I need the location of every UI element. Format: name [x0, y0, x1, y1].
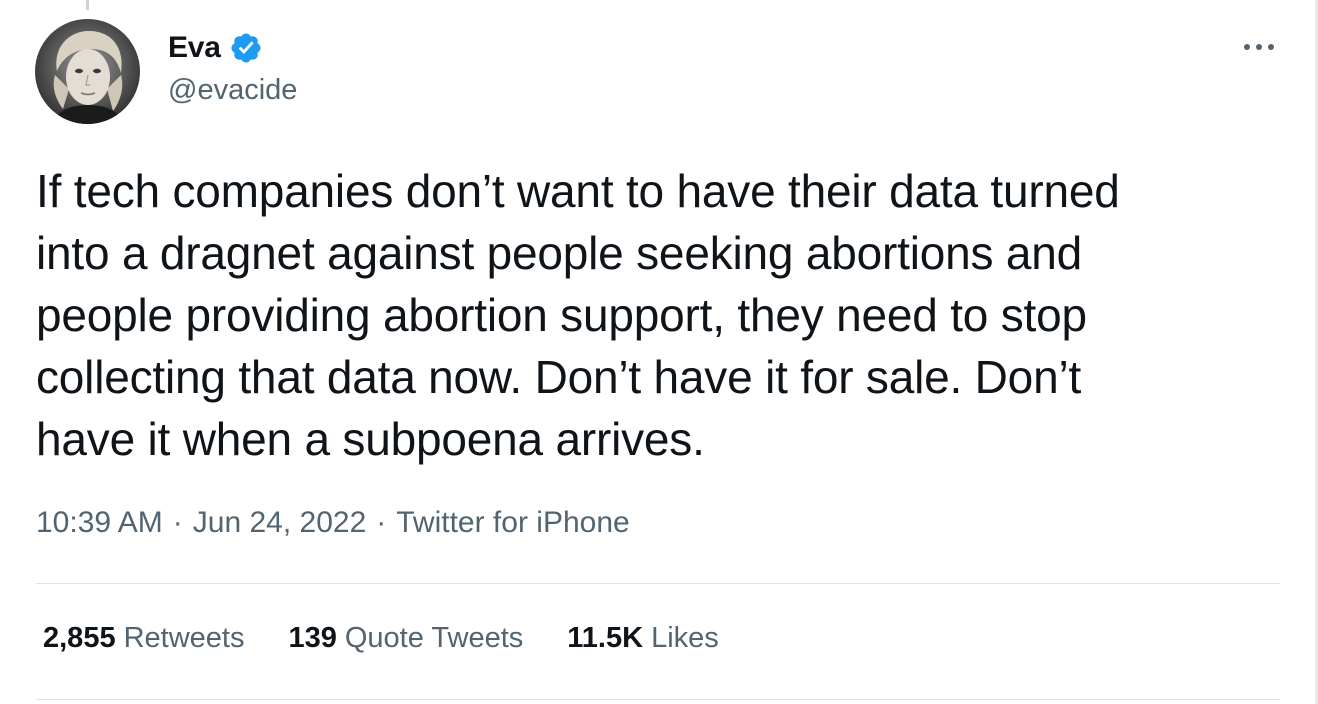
- avatar-photo: [35, 19, 140, 124]
- tweet-stats: 2,855 Retweets 139 Quote Tweets 11.5K Li…: [43, 622, 763, 655]
- avatar[interactable]: [35, 19, 140, 124]
- tweet-date[interactable]: Jun 24, 2022: [193, 506, 366, 540]
- tweet-source[interactable]: Twitter for iPhone: [396, 506, 629, 540]
- verified-badge-icon: [229, 31, 263, 65]
- more-options-icon[interactable]: [1238, 30, 1280, 64]
- divider: [36, 583, 1280, 584]
- quote-tweets-label: Quote Tweets: [344, 622, 524, 654]
- metadata-separator: ·: [172, 506, 183, 539]
- retweets-label: Retweets: [123, 622, 245, 654]
- author-name-row[interactable]: Eva: [168, 28, 263, 68]
- author-display-name[interactable]: Eva: [168, 31, 221, 65]
- tweet-text: If tech companies don’t want to have the…: [36, 165, 1120, 465]
- likes-count: 11.5K: [567, 622, 644, 654]
- likes-label: Likes: [651, 622, 719, 654]
- divider: [36, 699, 1280, 700]
- retweets-count: 2,855: [43, 622, 116, 654]
- likes-stat[interactable]: 11.5K Likes: [567, 622, 719, 655]
- retweets-stat[interactable]: 2,855 Retweets: [43, 622, 244, 655]
- top-edge-mark: [86, 0, 89, 10]
- tweet-time[interactable]: 10:39 AM: [36, 506, 163, 540]
- metadata-separator: ·: [376, 506, 387, 539]
- quote-tweets-count: 139: [288, 622, 337, 654]
- tweet-metadata: 10:39 AM · Jun 24, 2022 · Twitter for iP…: [36, 506, 630, 540]
- author-handle[interactable]: @evacide: [168, 74, 297, 107]
- quote-tweets-stat[interactable]: 139 Quote Tweets: [288, 622, 523, 655]
